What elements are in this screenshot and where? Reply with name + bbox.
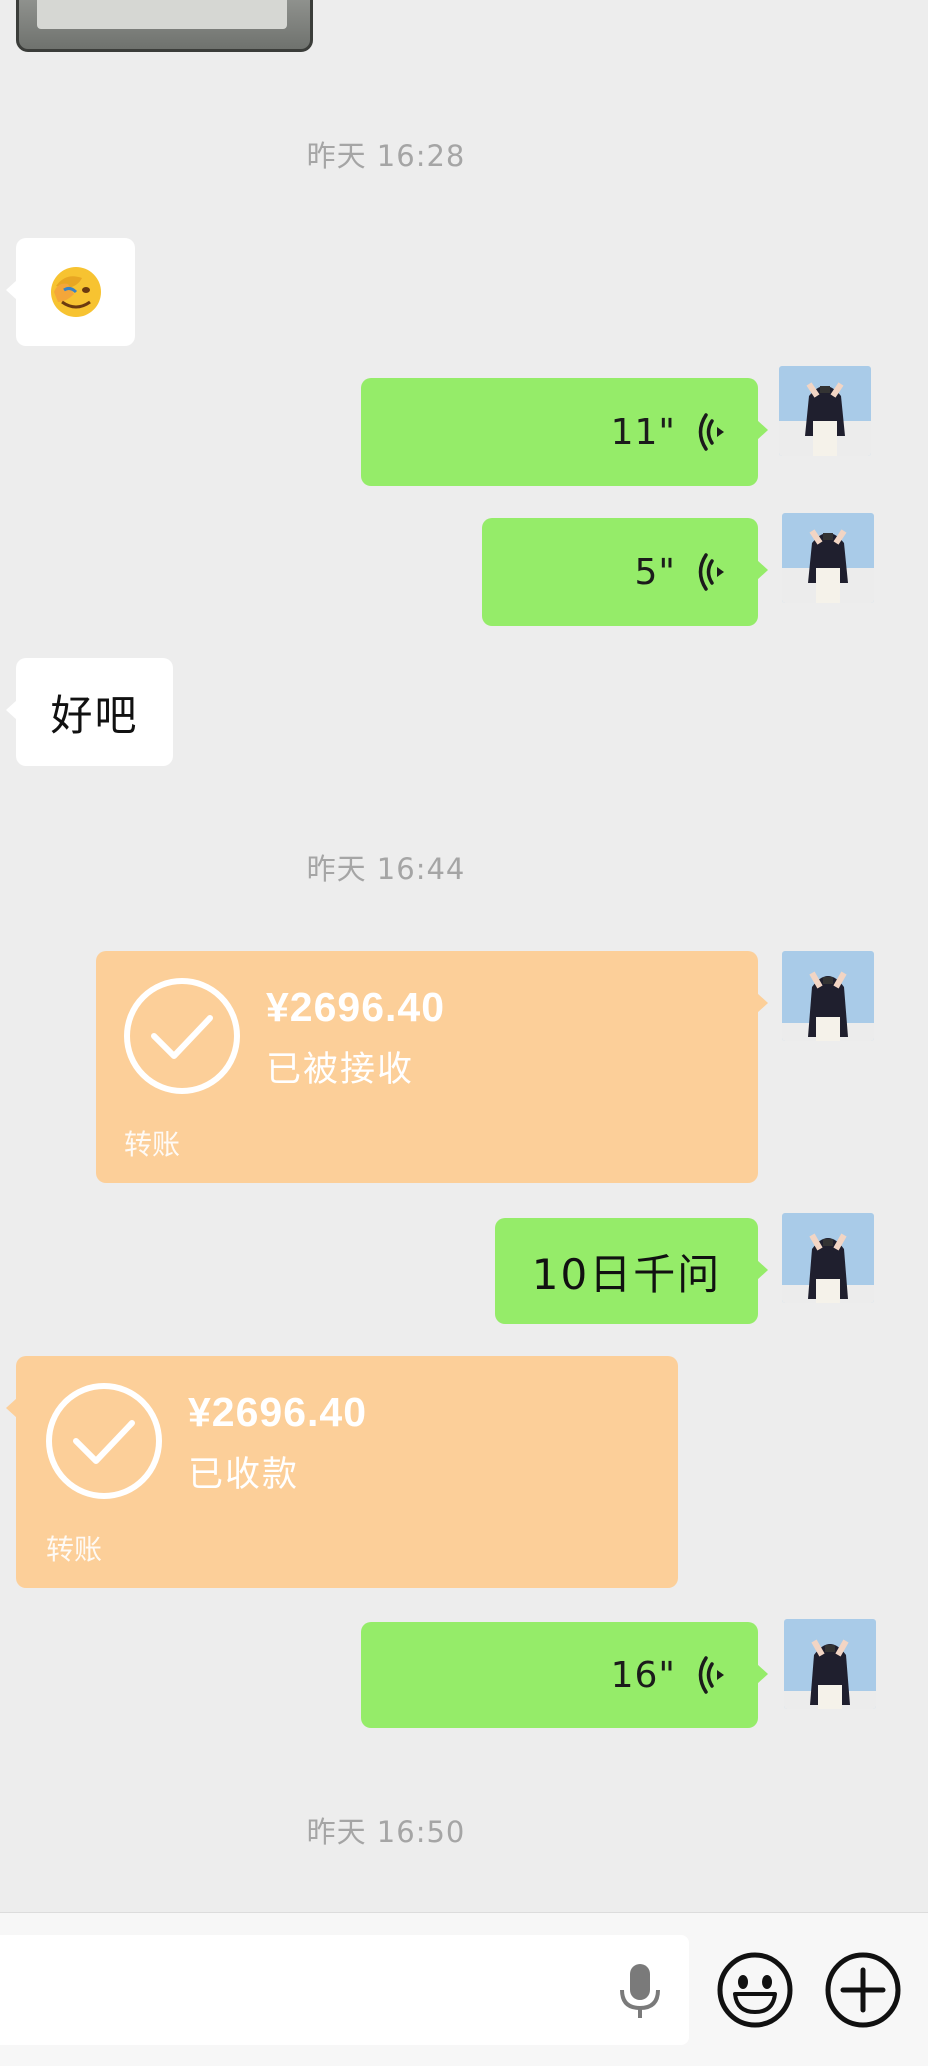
avatar-me[interactable] [782,1213,874,1303]
transfer-status: 已收款 [188,1455,300,1495]
message-input[interactable] [0,1935,689,2045]
avatar-photo-icon [782,513,874,603]
microphone-icon[interactable] [614,1960,666,2022]
transfer-label: 转账 [46,1533,103,1566]
transfer-amount: ¥2696.40 [266,984,446,1030]
message-bubble-text[interactable]: 10日千问 [495,1218,768,1324]
check-circle-icon [46,1383,162,1499]
avatar-me[interactable] [782,951,874,1041]
voice-duration: 16" [610,1654,676,1696]
avatar-me[interactable] [782,513,874,603]
check-circle-icon [124,978,240,1094]
image-content [37,0,287,29]
transfer-card-sent[interactable]: ¥2696.40 已被接收 转账 [96,951,768,1183]
transfer-label: 转账 [124,1128,181,1161]
message-text: 好吧 [50,690,139,740]
plus-icon[interactable] [823,1950,903,2030]
voice-message[interactable]: 11" [361,378,768,486]
avatar-photo-icon [784,1619,876,1709]
avatar-photo-icon [782,1213,874,1303]
transfer-card-received[interactable]: ¥2696.40 已收款 转账 [6,1356,678,1588]
avatar-photo-icon [779,366,871,456]
message-text: 10日千问 [531,1249,722,1299]
avatar-me[interactable] [779,366,871,456]
voice-message[interactable]: 16" [361,1622,768,1728]
voice-wave-icon [698,413,724,451]
image-message-partial[interactable] [16,0,313,52]
transfer-status: 已被接收 [266,1050,415,1090]
timestamp: 昨天 16:44 [306,852,466,886]
message-bubble-text[interactable]: 好吧 [6,658,173,766]
voice-wave-icon [698,553,724,591]
voice-duration: 11" [610,411,676,453]
facepalm-emoji-icon [50,267,101,317]
avatar-me[interactable] [784,1619,876,1709]
transfer-amount: ¥2696.40 [188,1389,368,1435]
voice-message[interactable]: 5" [482,518,768,626]
emoji-icon[interactable] [715,1950,795,2030]
voice-duration: 5" [634,551,676,593]
timestamp: 昨天 16:50 [306,1815,466,1849]
message-bubble-emoji[interactable] [6,238,135,346]
avatar-photo-icon [782,951,874,1041]
timestamp: 昨天 16:28 [306,139,466,173]
voice-wave-icon [698,1656,724,1694]
